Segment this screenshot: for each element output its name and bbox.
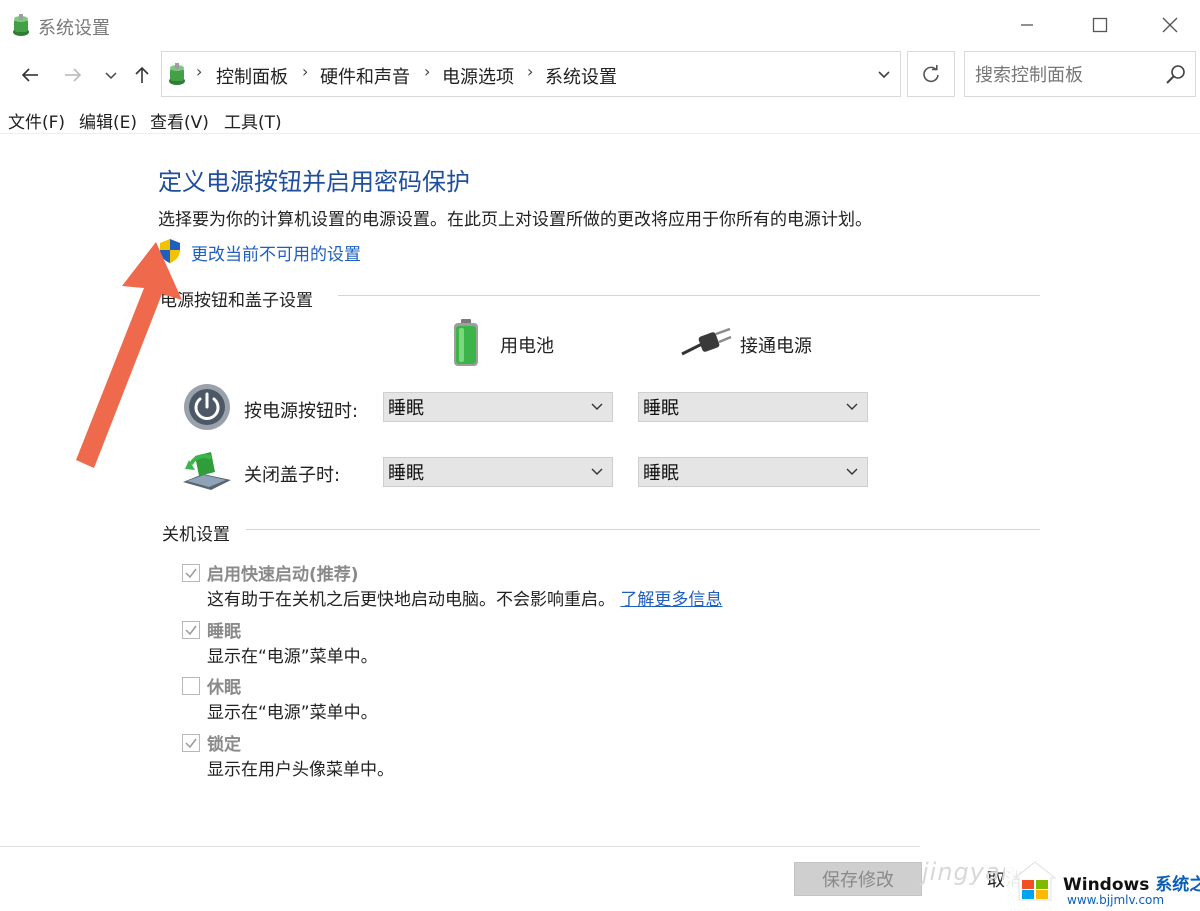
save-changes-button[interactable]: 保存修改 xyxy=(794,862,922,896)
minimize-button[interactable] xyxy=(1004,8,1050,42)
badge-suffix-text: 系统之家 xyxy=(1155,875,1200,895)
badge-windows-text: Windows xyxy=(1063,875,1150,895)
menu-tools[interactable]: 工具(T) xyxy=(224,108,282,133)
arrow-left-icon xyxy=(21,68,38,82)
breadcrumb-separator-icon: › xyxy=(302,62,309,81)
search-box[interactable] xyxy=(964,51,1196,97)
fast-startup-desc-text: 这有助于在关机之后更快地启动电脑。不会影响重启。 xyxy=(207,590,615,610)
fast-startup-label: 启用快速启动(推荐) xyxy=(207,565,359,585)
menu-divider xyxy=(0,133,1200,134)
sleep-description: 显示在“电源”菜单中。 xyxy=(207,647,378,667)
on-battery-label: 用电池 xyxy=(500,336,554,357)
power-button-plugged-select[interactable]: 睡眠 xyxy=(638,392,868,422)
hibernate-description: 显示在“电源”菜单中。 xyxy=(207,703,378,723)
badge-url: www.bjjmlv.com xyxy=(1067,893,1165,907)
menu-view[interactable]: 查看(V) xyxy=(150,108,209,133)
checkmark-icon xyxy=(185,625,197,636)
recent-locations-button[interactable] xyxy=(98,62,124,88)
chevron-down-icon xyxy=(846,403,858,410)
select-value: 睡眠 xyxy=(388,398,424,419)
chevron-down-icon xyxy=(846,468,858,475)
window-title: 系统设置 xyxy=(38,18,110,39)
breadcrumb-hardware-sound[interactable]: 硬件和声音 xyxy=(320,63,410,89)
battery-icon xyxy=(454,319,478,366)
jingyan-watermark: jingyan xyxy=(922,858,1017,886)
breadcrumb-separator-icon: › xyxy=(424,62,431,81)
refresh-icon xyxy=(923,65,939,83)
page-title: 定义电源按钮并启用密码保护 xyxy=(158,168,470,196)
shutdown-section-title: 关机设置 xyxy=(162,525,230,545)
refresh-button[interactable] xyxy=(907,51,955,97)
change-unavailable-settings-link[interactable]: 更改当前不可用的设置 xyxy=(191,240,361,265)
menu-edit[interactable]: 编辑(E) xyxy=(79,108,137,133)
section-divider xyxy=(338,295,1040,296)
badge-title: Windows 系统之家 xyxy=(1063,870,1200,895)
arrow-right-icon xyxy=(65,68,82,82)
select-value: 睡眠 xyxy=(643,463,679,484)
power-button-label: 按电源按钮时: xyxy=(244,401,359,422)
back-button[interactable] xyxy=(17,62,43,88)
lock-label: 锁定 xyxy=(207,735,241,755)
windows-logo-icon xyxy=(1013,861,1057,901)
learn-more-link[interactable]: 了解更多信息 xyxy=(620,590,722,610)
breadcrumb-separator-icon: › xyxy=(196,62,203,81)
page-description: 选择要为你的计算机设置的电源设置。在此页上对设置所做的更改将应用于你所有的电源计… xyxy=(158,210,872,230)
close-icon xyxy=(1162,17,1178,33)
maximize-button[interactable] xyxy=(1077,8,1123,42)
search-input[interactable] xyxy=(973,62,1157,88)
lock-description: 显示在用户头像菜单中。 xyxy=(207,760,394,780)
select-value: 睡眠 xyxy=(643,398,679,419)
fast-startup-checkbox[interactable] xyxy=(182,564,200,582)
select-value: 睡眠 xyxy=(388,463,424,484)
sleep-label: 睡眠 xyxy=(207,622,241,642)
maximize-icon xyxy=(1092,17,1108,33)
power-plug-icon xyxy=(681,328,732,356)
hibernate-checkbox[interactable] xyxy=(182,677,200,695)
checkmark-icon xyxy=(185,568,197,579)
minimize-icon xyxy=(1021,24,1033,26)
close-button[interactable] xyxy=(1147,8,1193,42)
site-badge: Windows 系统之家 www.bjjmlv.com xyxy=(1005,852,1200,911)
annotation-arrow-icon xyxy=(76,242,182,468)
close-lid-battery-select[interactable]: 睡眠 xyxy=(383,457,613,487)
breadcrumb-separator-icon: › xyxy=(527,62,534,81)
lock-checkbox[interactable] xyxy=(182,734,200,752)
footer-divider xyxy=(0,846,920,847)
forward-button[interactable] xyxy=(60,62,86,88)
breadcrumb-system-settings[interactable]: 系统设置 xyxy=(545,63,617,89)
fast-startup-description: 这有助于在关机之后更快地启动电脑。不会影响重启。 了解更多信息 xyxy=(207,585,722,610)
checkmark-icon xyxy=(185,738,197,749)
chevron-down-icon xyxy=(105,72,117,80)
breadcrumb-control-panel[interactable]: 控制面板 xyxy=(216,63,288,89)
search-icon[interactable] xyxy=(1165,64,1187,86)
sleep-checkbox[interactable] xyxy=(182,621,200,639)
address-dropdown-button[interactable] xyxy=(866,51,902,97)
chevron-down-icon xyxy=(591,468,603,475)
close-lid-plugged-select[interactable]: 睡眠 xyxy=(638,457,868,487)
control-panel-icon xyxy=(13,14,29,36)
plugged-in-label: 接通电源 xyxy=(740,336,812,357)
power-button-battery-select[interactable]: 睡眠 xyxy=(383,392,613,422)
breadcrumb-power-options[interactable]: 电源选项 xyxy=(442,63,514,89)
up-button[interactable] xyxy=(129,62,155,88)
chevron-down-icon xyxy=(878,71,890,79)
menu-file[interactable]: 文件(F) xyxy=(8,108,65,133)
control-panel-icon xyxy=(169,63,185,85)
section-divider xyxy=(246,529,1040,530)
hibernate-label: 休眠 xyxy=(207,678,241,698)
arrow-up-icon xyxy=(135,66,149,83)
chevron-down-icon xyxy=(591,403,603,410)
close-lid-label: 关闭盖子时: xyxy=(244,465,341,486)
